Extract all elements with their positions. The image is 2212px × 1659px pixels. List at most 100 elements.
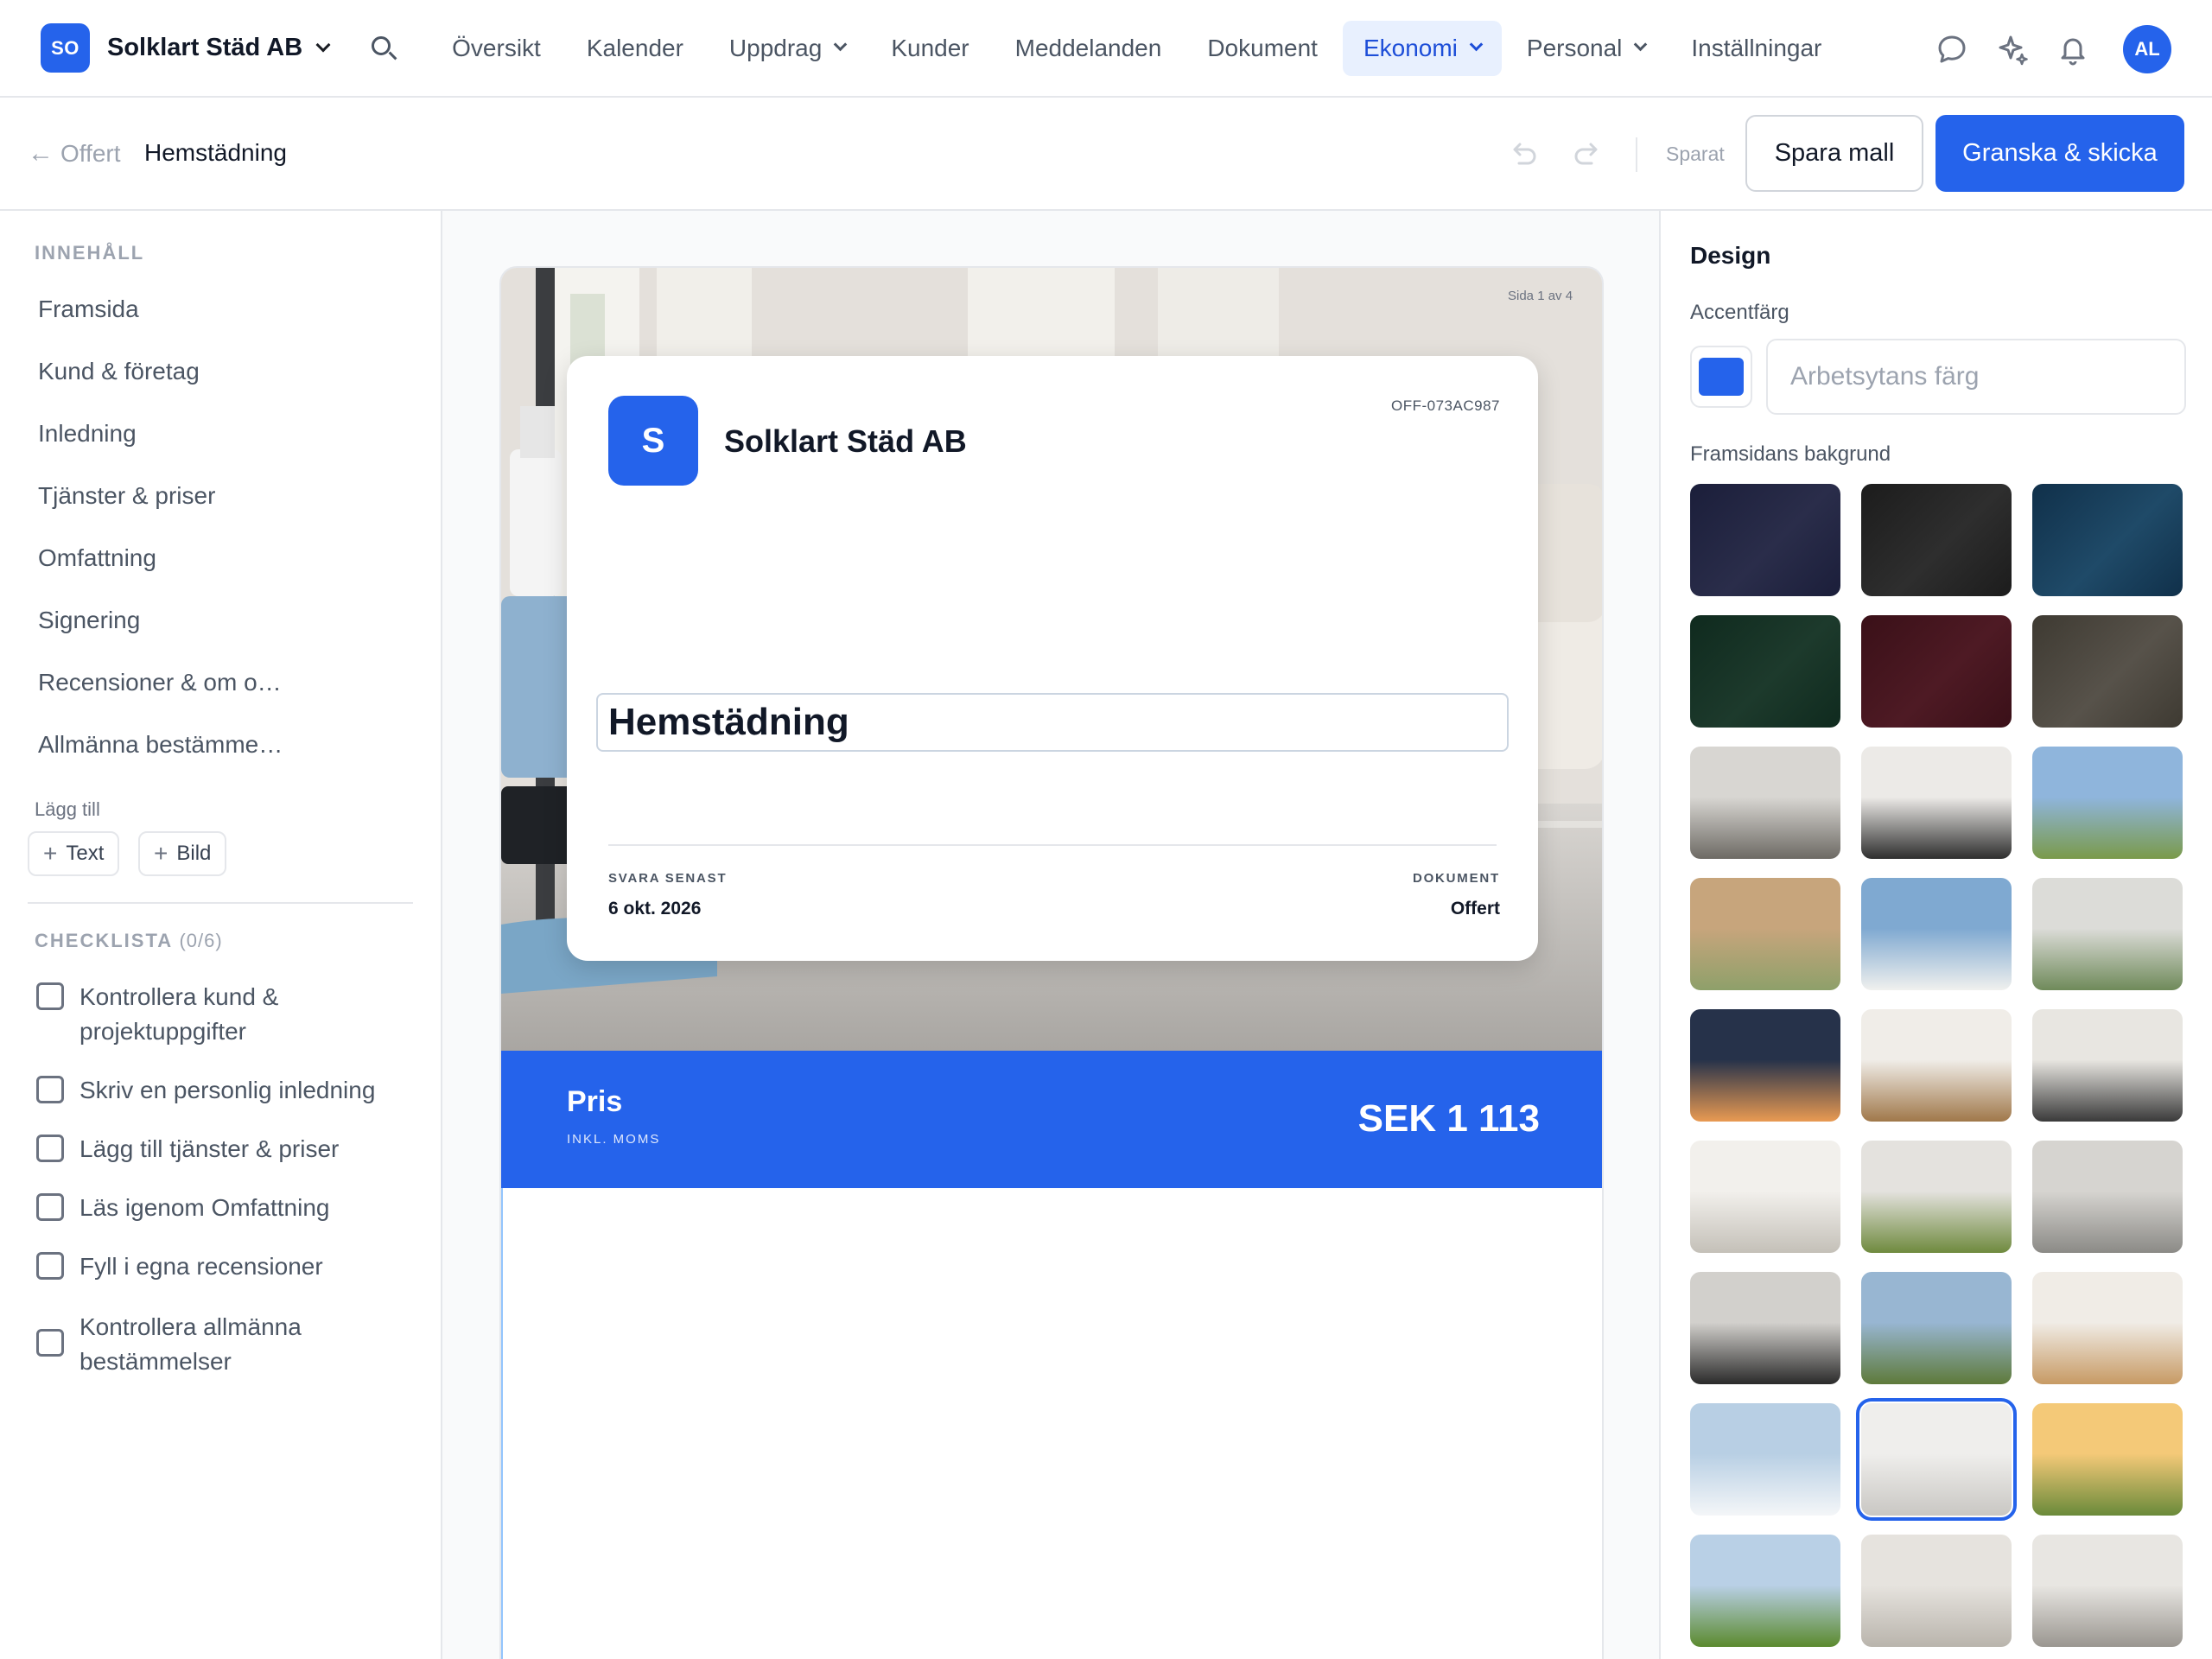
background-option-white-wall[interactable] (1861, 1009, 2012, 1122)
sparkle-icon[interactable] (1993, 30, 2031, 68)
background-option-door-frame[interactable] (1861, 747, 2012, 859)
workspace-switcher[interactable]: SO Solklart Städ AB (41, 23, 331, 73)
nav-installningar[interactable]: Inställningar (1670, 21, 1842, 76)
background-option-moving-boxes[interactable] (1690, 878, 1840, 990)
checkbox[interactable] (36, 1329, 64, 1357)
document-canvas: Sida 1 av 4 S Solklart Städ AB OFF-073AC… (442, 211, 1659, 1659)
background-option-tree-sun[interactable] (2032, 1403, 2183, 1516)
checklist-item[interactable]: Kontrollera allmänna bestämmelser (36, 1310, 408, 1379)
toolbar-divider (1636, 137, 1637, 172)
checklist-item-label: Fyll i egna recensioner (79, 1253, 323, 1280)
background-option-dark-floor[interactable] (1690, 1272, 1840, 1384)
checkbox[interactable] (36, 1076, 64, 1103)
background-option-heat-pump[interactable] (2032, 1535, 2183, 1647)
nav-ekonomi[interactable]: Ekonomi (1342, 20, 1502, 76)
background-option-clean-living-room[interactable] (1856, 1398, 2017, 1521)
nav-ekonomi-label: Ekonomi (1363, 34, 1458, 61)
nav-dokument[interactable]: Dokument (1186, 21, 1338, 76)
background-option-snow-blower[interactable] (1690, 1403, 1840, 1516)
nav-meddelanden[interactable]: Meddelanden (995, 21, 1183, 76)
background-option-apartment-trees[interactable] (2032, 747, 2183, 859)
background-option-wood-chips[interactable] (2032, 1272, 2183, 1384)
cover-background[interactable]: Sida 1 av 4 S Solklart Städ AB OFF-073AC… (501, 268, 1602, 1051)
sidebar-item-recensioner[interactable]: Recensioner & om o… (38, 669, 282, 696)
chat-icon[interactable] (1933, 30, 1971, 68)
nav-kunder[interactable]: Kunder (870, 21, 989, 76)
document-type-label: DOKUMENT (1412, 871, 1500, 886)
background-option-hallway[interactable] (2032, 1009, 2183, 1122)
save-status: Sparat (1666, 143, 1725, 165)
redo-icon[interactable] (1571, 137, 1605, 172)
sidebar-item-framsida[interactable]: Framsida (38, 296, 139, 323)
save-template-button[interactable]: Spara mall (1745, 115, 1923, 192)
background-option-black[interactable] (1861, 484, 2012, 596)
background-option-tiles[interactable] (2032, 1141, 2183, 1253)
background-option-taupe[interactable] (2032, 615, 2183, 728)
back-link[interactable]: ← Offert (28, 139, 121, 168)
brand-name: Solklart Städ AB (107, 34, 303, 61)
background-option-bathroom[interactable] (1861, 1535, 2012, 1647)
background-option-garden-plants[interactable] (1861, 1141, 2012, 1253)
checklist-item[interactable]: Kontrollera kund & projektuppgifter (36, 980, 408, 1049)
document-title-field[interactable]: Hemstädning (596, 693, 1509, 752)
document-body[interactable] (501, 1188, 1602, 1659)
checklist-item-label: Skriv en personlig inledning (79, 1077, 376, 1103)
plus-icon: + (154, 840, 168, 867)
background-option-water-damage[interactable] (1690, 747, 1840, 859)
background-option-lawn-garden[interactable] (1690, 1535, 1840, 1647)
content-section-title: INNEHÅLL (35, 242, 145, 264)
background-option-wine[interactable] (1861, 615, 2012, 728)
sidebar-item-kund-foretag[interactable]: Kund & företag (38, 358, 200, 385)
editor-toolbar: ← Offert Hemstädning Sparat Spara mall G… (0, 98, 2212, 211)
add-text-button[interactable]: + Text (28, 831, 120, 876)
chevron-down-icon (1469, 37, 1484, 52)
nav-personal[interactable]: Personal (1506, 21, 1667, 76)
background-option-navy[interactable] (1690, 484, 1840, 596)
checklist-title-label: CHECKLISTA (35, 930, 173, 951)
background-option-sunset-van[interactable] (1690, 1009, 1840, 1122)
sidebar-item-omfattning[interactable]: Omfattning (38, 544, 156, 572)
add-image-button[interactable]: + Bild (138, 831, 227, 876)
background-option-tools-desk[interactable] (2032, 878, 2183, 990)
main-nav: Översikt Kalender Uppdrag Kunder Meddela… (431, 20, 1847, 76)
sidebar-divider (28, 902, 413, 904)
accent-color-picker[interactable] (1690, 346, 1752, 408)
background-option-window-view[interactable] (1861, 878, 2012, 990)
company-logo[interactable]: S (608, 396, 698, 486)
checklist-item[interactable]: Skriv en personlig inledning (36, 1073, 408, 1108)
nav-uppdrag[interactable]: Uppdrag (709, 21, 866, 76)
offer-reference: OFF-073AC987 (1391, 397, 1500, 414)
accent-color-input[interactable]: Arbetsytans färg (1766, 339, 2186, 415)
sidebar-item-signering[interactable]: Signering (38, 607, 140, 634)
bell-icon[interactable] (2054, 30, 2092, 68)
checkbox[interactable] (36, 982, 64, 1010)
chevron-down-icon (1634, 37, 1648, 52)
review-send-button[interactable]: Granska & skicka (1936, 115, 2184, 192)
checkbox[interactable] (36, 1135, 64, 1162)
sidebar-item-tjanster-priser[interactable]: Tjänster & priser (38, 482, 215, 510)
checkbox[interactable] (36, 1193, 64, 1221)
nav-kalender[interactable]: Kalender (566, 21, 704, 76)
document-type-value: Offert (1450, 899, 1500, 918)
cover-card: S Solklart Städ AB OFF-073AC987 Hemstädn… (567, 356, 1538, 961)
sidebar-item-inledning[interactable]: Inledning (38, 420, 137, 448)
plus-icon: + (43, 840, 58, 867)
background-option-petrol[interactable] (2032, 484, 2183, 596)
checklist-item[interactable]: Läs igenom Omfattning (36, 1191, 408, 1225)
background-option-room-ladder[interactable] (1690, 1141, 1840, 1253)
sidebar-item-allmanna-bestammelser[interactable]: Allmänna bestämme… (38, 731, 283, 759)
background-option-forest[interactable] (1690, 615, 1840, 728)
company-name: Solklart Städ AB (724, 423, 967, 459)
arrow-left-icon: ← (28, 139, 54, 168)
accent-color-label: Accentfärg (1690, 301, 1789, 324)
undo-icon[interactable] (1505, 137, 1540, 172)
checklist-item[interactable]: Fyll i egna recensioner (36, 1249, 408, 1284)
search-icon[interactable] (366, 31, 401, 66)
checkbox[interactable] (36, 1252, 64, 1280)
reply-by-value: 6 okt. 2026 (608, 899, 702, 918)
price-banner: Pris INKL. MOMS SEK 1 113 (501, 1051, 1602, 1188)
avatar[interactable]: AL (2123, 24, 2171, 73)
nav-oversikt[interactable]: Översikt (431, 21, 562, 76)
background-option-pressure-wash[interactable] (1861, 1272, 2012, 1384)
checklist-item[interactable]: Lägg till tjänster & priser (36, 1132, 408, 1166)
